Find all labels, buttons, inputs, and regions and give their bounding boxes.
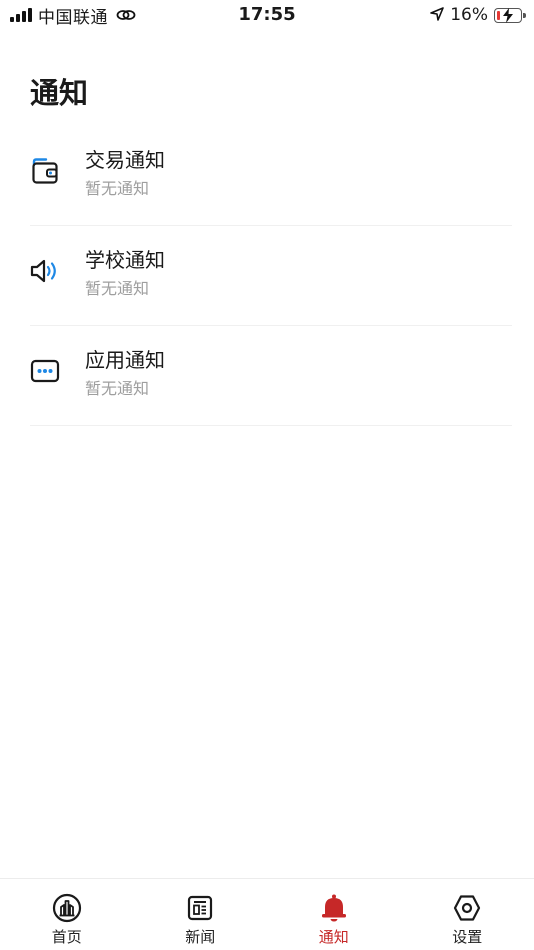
tab-label: 设置 (452, 928, 483, 946)
tab-label: 通知 (318, 928, 349, 946)
tab-label: 首页 (51, 928, 82, 946)
notice-item-transaction[interactable]: 交易通知 暂无通知 (30, 126, 512, 226)
tab-bar: 首页 新闻 通知 设置 (0, 878, 534, 950)
notice-list: 交易通知 暂无通知 学校通知 暂无通知 应用通知 暂无通知 (30, 126, 512, 426)
notice-title: 应用通知 (85, 348, 165, 372)
news-icon (185, 893, 215, 923)
bell-icon (319, 893, 349, 923)
battery-charging-icon (494, 7, 526, 23)
message-dots-icon (30, 356, 60, 386)
notice-item-school[interactable]: 学校通知 暂无通知 (30, 226, 512, 326)
tab-label: 新闻 (185, 928, 216, 946)
tab-home[interactable]: 首页 (0, 879, 134, 950)
page-title: 通知 (30, 76, 89, 110)
notice-title: 交易通知 (85, 148, 165, 172)
notice-item-app[interactable]: 应用通知 暂无通知 (30, 326, 512, 426)
speaker-icon (30, 256, 60, 286)
battery-level (497, 10, 500, 20)
battery-percent: 16% (450, 5, 488, 25)
settings-hex-icon (452, 893, 482, 923)
notice-subtitle: 暂无通知 (85, 379, 150, 398)
wallet-icon (30, 156, 60, 186)
tab-settings[interactable]: 设置 (401, 879, 534, 950)
notice-subtitle: 暂无通知 (85, 179, 150, 198)
tab-news[interactable]: 新闻 (134, 879, 268, 950)
notice-subtitle: 暂无通知 (85, 279, 150, 298)
notice-title: 学校通知 (85, 248, 165, 272)
home-building-icon (52, 893, 82, 923)
status-right: 16% (430, 5, 526, 25)
status-bar: 中国联通 17:55 16% (0, 0, 534, 30)
location-arrow-icon (430, 6, 445, 25)
tab-notifications[interactable]: 通知 (267, 879, 401, 950)
